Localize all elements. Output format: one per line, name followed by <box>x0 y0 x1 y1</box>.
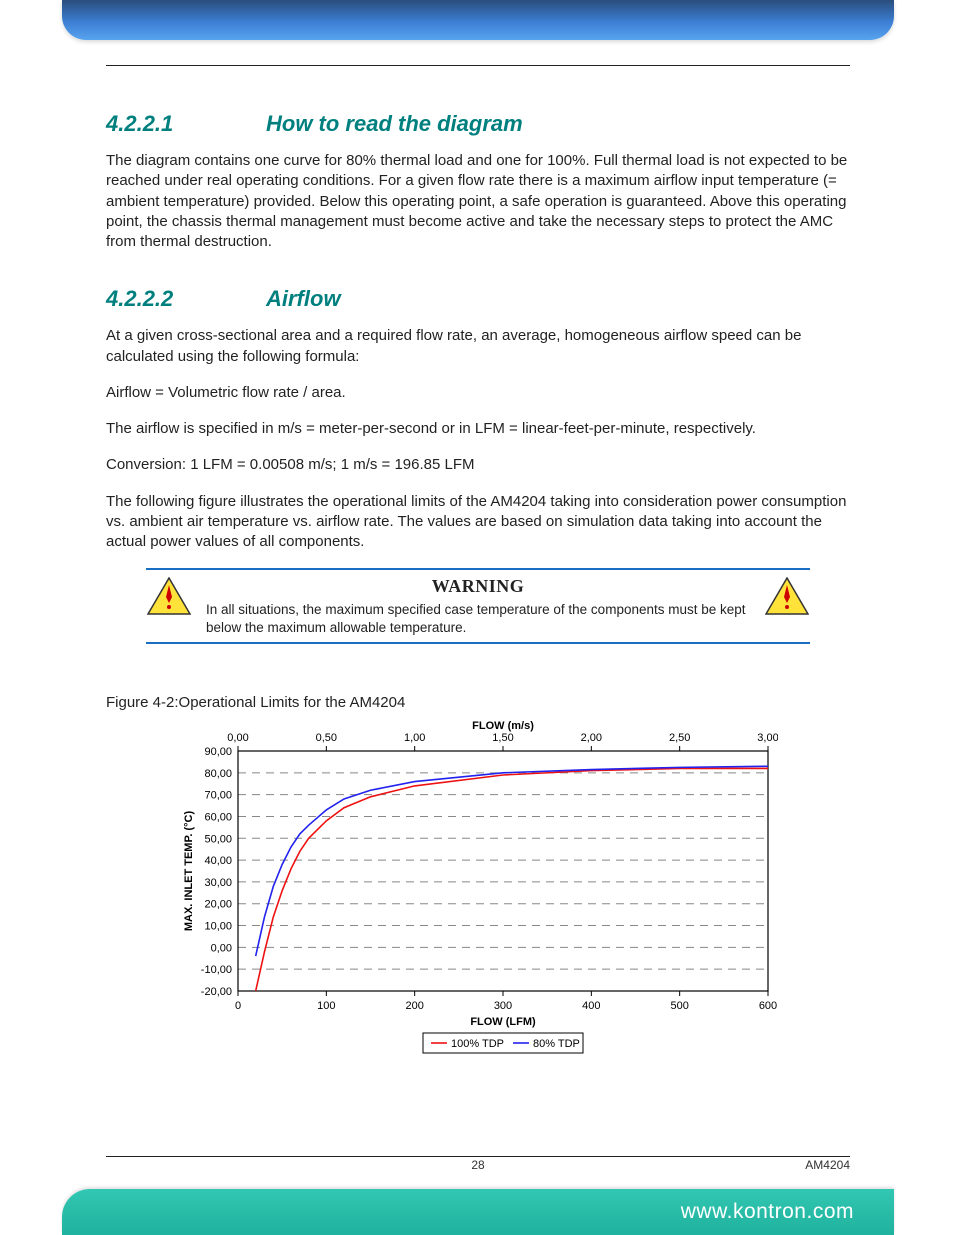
svg-text:40,00: 40,00 <box>204 855 232 867</box>
page-number: 28 <box>106 1158 850 1172</box>
svg-text:20,00: 20,00 <box>204 899 232 911</box>
svg-text:600: 600 <box>759 1000 777 1012</box>
paragraph: The diagram contains one curve for 80% t… <box>106 151 850 252</box>
section-heading-4221: 4.2.2.1 How to read the diagram <box>106 111 850 137</box>
svg-text:80% TDP: 80% TDP <box>533 1038 580 1050</box>
page-content: 4.2.2.1 How to read the diagram The diag… <box>106 65 850 1061</box>
paragraph: The following figure illustrates the ope… <box>106 492 850 553</box>
svg-text:2,00: 2,00 <box>581 732 602 744</box>
svg-text:80,00: 80,00 <box>204 768 232 780</box>
footer-band: www.kontron.com <box>62 1189 894 1235</box>
svg-text:90,00: 90,00 <box>204 746 232 758</box>
paragraph: At a given cross-sectional area and a re… <box>106 326 850 367</box>
svg-text:-10,00: -10,00 <box>201 965 232 977</box>
hazard-icon <box>146 576 192 616</box>
chart: -20,00 -10,00 0,00 10,00 20,00 30,00 40,00 50,0… <box>178 721 778 1061</box>
svg-text:2,50: 2,50 <box>669 732 690 744</box>
svg-text:0,50: 0,50 <box>316 732 337 744</box>
top-rule <box>106 65 850 66</box>
figure-caption: Figure 4-2:Operational Limits for the AM… <box>106 694 850 711</box>
header-band <box>62 0 894 40</box>
svg-text:100% TDP: 100% TDP <box>451 1038 504 1050</box>
footer-url: www.kontron.com <box>681 1200 854 1224</box>
paragraph: Conversion: 1 LFM = 0.00508 m/s; 1 m/s =… <box>106 455 850 475</box>
svg-text:200: 200 <box>405 1000 423 1012</box>
svg-text:300: 300 <box>494 1000 512 1012</box>
section-number: 4.2.2.2 <box>106 286 266 312</box>
svg-text:30,00: 30,00 <box>204 877 232 889</box>
warning-body: In all situations, the maximum specified… <box>206 601 750 636</box>
warning-title: WARNING <box>206 576 750 597</box>
svg-text:50,00: 50,00 <box>204 834 232 846</box>
paragraph: Airflow = Volumetric flow rate / area. <box>106 383 850 403</box>
svg-text:-20,00: -20,00 <box>201 986 232 998</box>
svg-text:0: 0 <box>235 1000 241 1012</box>
svg-text:3,00: 3,00 <box>757 732 778 744</box>
section-title: How to read the diagram <box>266 111 523 137</box>
footer: 28 AM4204 <box>106 1158 850 1172</box>
svg-text:1,50: 1,50 <box>492 732 513 744</box>
hazard-icon <box>764 576 810 616</box>
svg-text:400: 400 <box>582 1000 600 1012</box>
svg-text:60,00: 60,00 <box>204 812 232 824</box>
svg-text:0,00: 0,00 <box>227 732 248 744</box>
svg-text:FLOW (LFM): FLOW (LFM) <box>470 1016 536 1028</box>
section-number: 4.2.2.1 <box>106 111 266 137</box>
svg-text:100: 100 <box>317 1000 335 1012</box>
model-label: AM4204 <box>805 1158 850 1172</box>
svg-text:1,00: 1,00 <box>404 732 425 744</box>
svg-text:500: 500 <box>670 1000 688 1012</box>
svg-text:FLOW (m/s): FLOW (m/s) <box>472 721 534 732</box>
warning-callout: WARNING In all situations, the maximum s… <box>146 568 810 644</box>
footer-rule <box>106 1156 850 1157</box>
section-title: Airflow <box>266 286 341 312</box>
svg-text:0,00: 0,00 <box>211 943 232 955</box>
section-heading-4222: 4.2.2.2 Airflow <box>106 286 850 312</box>
svg-text:MAX. INLET TEMP. (°C): MAX. INLET TEMP. (°C) <box>183 811 195 932</box>
svg-text:10,00: 10,00 <box>204 921 232 933</box>
svg-text:70,00: 70,00 <box>204 790 232 802</box>
paragraph: The airflow is specified in m/s = meter-… <box>106 419 850 439</box>
